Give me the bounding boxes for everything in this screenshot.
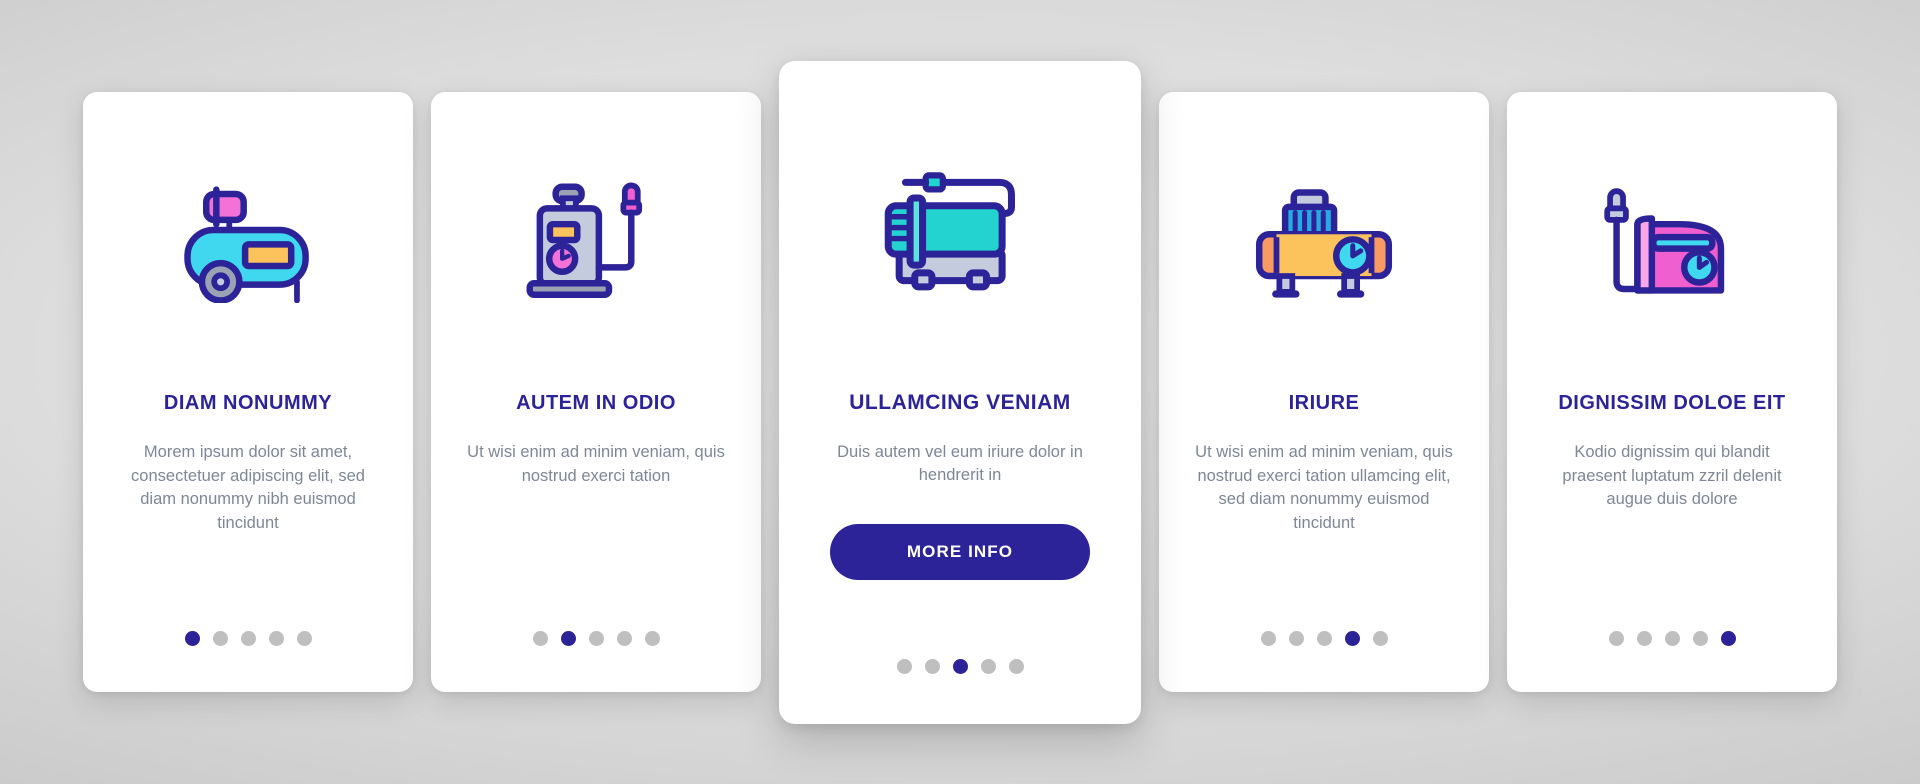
pagination-dot[interactable]	[1636, 631, 1652, 646]
pagination-dot[interactable]	[1692, 631, 1708, 646]
portable-compressor-case-icon	[1529, 92, 1815, 392]
compressor-motor-hose-icon	[801, 61, 1119, 391]
pagination-dot[interactable]	[896, 658, 912, 674]
pagination-dot[interactable]	[532, 631, 548, 646]
pagination-dot[interactable]	[1372, 631, 1388, 646]
onboarding-card: DIAM NONUMMY Morem ipsum dolor sit amet, …	[83, 92, 413, 692]
pagination-dot[interactable]	[1008, 658, 1024, 674]
pagination-dot[interactable]	[296, 631, 312, 646]
pagination-dot[interactable]	[924, 658, 940, 674]
pagination-dot[interactable]	[980, 658, 996, 674]
pagination-dot[interactable]	[616, 631, 632, 646]
card-description: Kodio dignissim qui blandit praesent lup…	[1562, 443, 1782, 509]
pagination-dot-active[interactable]	[952, 658, 968, 674]
pagination-dots	[1507, 631, 1837, 646]
onboarding-card: DIGNISSIM DOLOE EIT Kodio dignissim qui b…	[1507, 92, 1837, 692]
pagination-dots	[1159, 631, 1489, 646]
pagination-dot[interactable]	[1288, 631, 1304, 646]
card-description: Morem ipsum dolor sit amet, consectetuer…	[131, 443, 365, 532]
pressure-sprayer-icon	[453, 92, 739, 392]
air-compressor-tank-icon	[105, 92, 391, 392]
pagination-dot[interactable]	[1316, 631, 1332, 646]
onboarding-card-carousel: DIAM NONUMMY Morem ipsum dolor sit amet, …	[0, 0, 1920, 784]
onboarding-card: IRIURE Ut wisi enim ad minim veniam, quis…	[1159, 92, 1489, 692]
pagination-dot[interactable]	[588, 631, 604, 646]
pagination-dots	[83, 631, 413, 646]
onboarding-card: AUTEM IN ODIO Ut wisi enim ad minim venia…	[431, 92, 761, 692]
pagination-dot[interactable]	[1664, 631, 1680, 646]
card-description: Ut wisi enim ad minim veniam, quis nostr…	[1195, 443, 1453, 532]
pagination-dot[interactable]	[240, 631, 256, 646]
card-title: DIAM NONUMMY	[163, 392, 333, 414]
pagination-dot-active[interactable]	[1344, 631, 1360, 646]
pagination-dot-active[interactable]	[184, 631, 200, 646]
more-info-button[interactable]: MORE INFO	[830, 523, 1090, 580]
pagination-dot[interactable]	[1260, 631, 1276, 646]
pagination-dots	[431, 631, 761, 646]
horizontal-compressor-gauge-icon	[1181, 92, 1467, 392]
pagination-dot[interactable]	[212, 631, 228, 646]
pagination-dot[interactable]	[268, 631, 284, 646]
card-title: AUTEM IN ODIO	[516, 392, 676, 414]
card-description: Ut wisi enim ad minim veniam, quis nostr…	[467, 443, 725, 485]
card-title: IRIURE	[1288, 392, 1360, 414]
pagination-dots	[779, 658, 1141, 674]
onboarding-card: ULLAMCING VENIAM Duis autem vel eum iriur…	[779, 60, 1141, 724]
pagination-dot-active[interactable]	[1720, 631, 1736, 646]
card-description: Duis autem vel eum iriure dolor in hendr…	[837, 442, 1083, 485]
card-title: ULLAMCING VENIAM	[849, 390, 1071, 414]
pagination-dot[interactable]	[644, 631, 660, 646]
pagination-dot-active[interactable]	[560, 631, 576, 646]
card-title: DIGNISSIM DOLOE EIT	[1558, 392, 1786, 414]
pagination-dot[interactable]	[1608, 631, 1624, 646]
